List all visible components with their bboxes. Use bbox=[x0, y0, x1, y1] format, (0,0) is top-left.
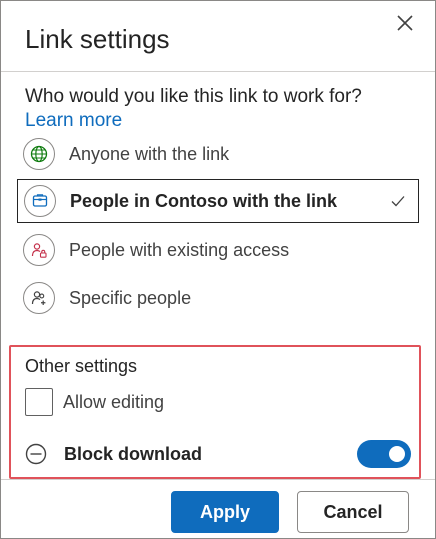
allow-editing-row[interactable]: Allow editing bbox=[25, 388, 164, 416]
option-label: People with existing access bbox=[69, 239, 290, 260]
close-icon bbox=[397, 15, 413, 31]
close-button[interactable] bbox=[393, 11, 417, 35]
checkmark-icon bbox=[391, 196, 405, 207]
building-icon bbox=[24, 185, 56, 217]
option-specific-people[interactable]: Specific people bbox=[17, 276, 419, 320]
globe-icon bbox=[23, 138, 55, 170]
block-download-row: Block download bbox=[25, 440, 411, 468]
cancel-button[interactable]: Cancel bbox=[297, 491, 409, 533]
option-label: Specific people bbox=[69, 287, 192, 308]
footer-divider bbox=[1, 479, 435, 480]
block-download-label: Block download bbox=[64, 443, 203, 464]
audience-question: Who would you like this link to work for… bbox=[25, 86, 362, 107]
allow-editing-checkbox[interactable] bbox=[25, 388, 53, 416]
option-people-with-existing-access[interactable]: People with existing access bbox=[17, 228, 419, 272]
people-add-icon bbox=[23, 282, 55, 314]
other-settings-title: Other settings bbox=[25, 356, 138, 376]
apply-button[interactable]: Apply bbox=[171, 491, 279, 533]
toggle-knob bbox=[389, 446, 405, 462]
block-download-toggle[interactable] bbox=[357, 440, 411, 468]
dialog-title: Link settings bbox=[25, 24, 170, 54]
link-settings-dialog: Link settings Who would you like this li… bbox=[0, 0, 436, 539]
option-people-in-contoso[interactable]: People in Contoso with the link bbox=[17, 179, 419, 223]
block-icon bbox=[25, 443, 47, 465]
allow-editing-label: Allow editing bbox=[63, 391, 165, 412]
option-label: People in Contoso with the link bbox=[70, 190, 338, 211]
learn-more-link[interactable]: Learn more bbox=[25, 109, 122, 133]
option-anyone-with-link[interactable]: Anyone with the link bbox=[17, 132, 419, 176]
people-lock-icon bbox=[23, 234, 55, 266]
header-divider bbox=[1, 71, 435, 72]
option-label: Anyone with the link bbox=[69, 143, 230, 164]
